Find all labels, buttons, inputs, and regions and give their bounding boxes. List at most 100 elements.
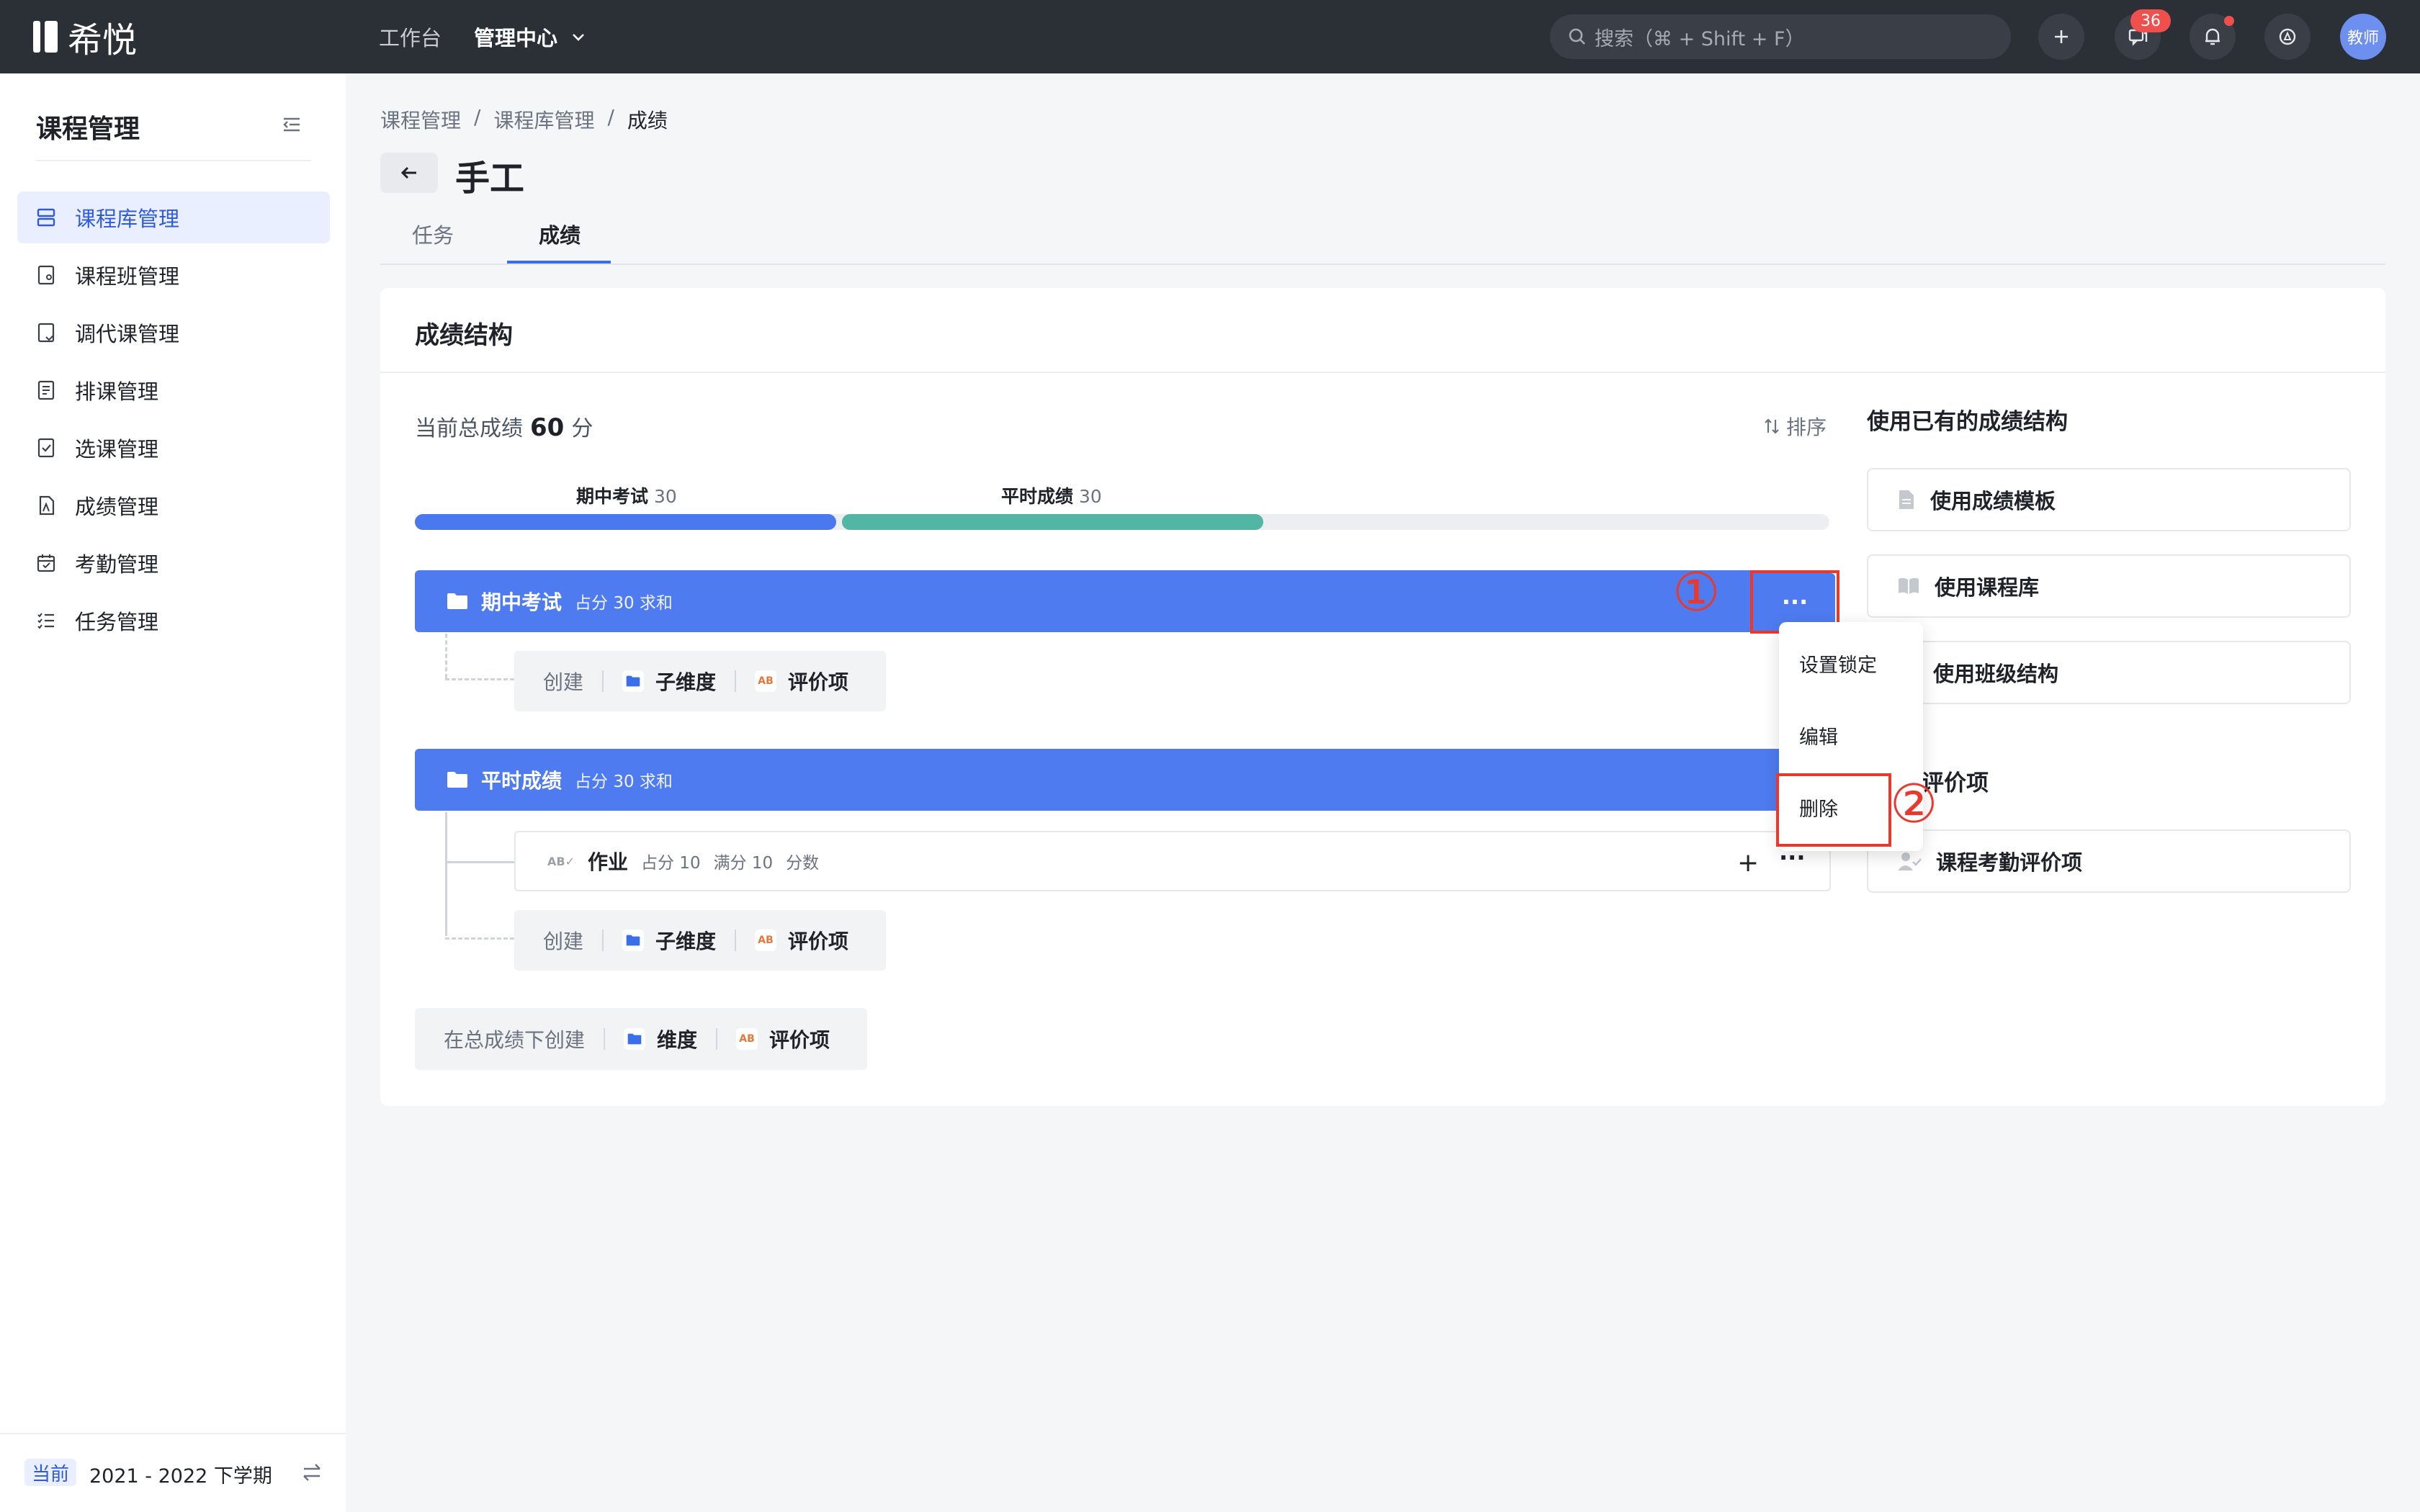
separator xyxy=(735,670,737,692)
create-under-regular: 创建 子维度 AB 评价项 xyxy=(514,910,886,971)
progress-segment-midterm xyxy=(415,514,836,530)
sidebar-item-scheduling[interactable]: 排课管理 xyxy=(17,364,330,416)
open-book-icon xyxy=(1899,577,1919,594)
compass-icon xyxy=(2279,28,2296,45)
sidebar-item-label: 任务管理 xyxy=(75,610,159,634)
use-template-button[interactable]: 使用成绩模板 xyxy=(1867,468,2351,531)
app-logo[interactable]: 希悦 xyxy=(33,16,137,60)
dimension-row-midterm[interactable]: 期中考试 占分 30 求和 xyxy=(415,570,1831,632)
folder-icon xyxy=(447,593,467,609)
menu-item-edit[interactable]: 编辑 xyxy=(1799,721,1838,750)
eval-item-icon: AB✓ xyxy=(547,854,575,868)
sidebar-item-substitute[interactable]: 调代课管理 xyxy=(17,307,330,359)
user-avatar[interactable]: 教师 xyxy=(2340,14,2386,60)
document-icon xyxy=(1899,490,1914,509)
eval-item-row[interactable]: AB✓ 作业 占分 10 满分 10 分数 xyxy=(514,831,1831,891)
eval-item-label: 评价项 xyxy=(788,930,849,953)
sort-label: 排序 xyxy=(1786,415,1827,439)
breadcrumb-item[interactable]: 课程库管理 xyxy=(493,105,594,134)
sidebar-item-attendance[interactable]: 考勤管理 xyxy=(17,537,330,589)
logo-text: 希悦 xyxy=(68,20,138,60)
folder-icon xyxy=(622,670,645,692)
menu-item-lock[interactable]: 设置锁定 xyxy=(1799,649,1877,678)
create-label: 创建 xyxy=(543,670,584,694)
tree-connector xyxy=(445,634,447,678)
folder-icon xyxy=(622,930,645,951)
create-sub-dimension-button[interactable]: 子维度 xyxy=(622,926,716,955)
folder-icon xyxy=(624,1028,646,1050)
class-book-icon xyxy=(37,265,55,285)
create-sub-dimension-button[interactable]: 子维度 xyxy=(622,667,716,696)
add-button[interactable] xyxy=(2038,14,2084,60)
dimension-meta: 占分 30 求和 xyxy=(575,773,673,791)
collapse-sidebar-icon[interactable] xyxy=(279,112,304,137)
nav-management-label: 管理中心 xyxy=(474,26,558,50)
checklist-icon xyxy=(37,438,55,458)
sidebar-item-label: 排课管理 xyxy=(75,379,159,404)
grade-doc-icon xyxy=(39,495,55,516)
sidebar-footer-divider xyxy=(0,1433,346,1434)
create-dimension-button[interactable]: 维度 xyxy=(624,1025,697,1053)
sub-dimension-label: 子维度 xyxy=(655,670,717,694)
eval-item-icon: AB xyxy=(755,930,777,951)
sidebar-item-label: 成绩管理 xyxy=(75,495,159,519)
sidebar-item-course-selection[interactable]: 选课管理 xyxy=(17,422,330,474)
message-count-badge: 36 xyxy=(2130,9,2171,32)
search-input[interactable]: 搜索（⌘ + Shift + F） xyxy=(1550,14,2011,59)
search-placeholder: 搜索（⌘ + Shift + F） xyxy=(1595,27,1805,50)
total-score: 当前总成绩 60 分 xyxy=(415,410,593,442)
switch-term-icon[interactable] xyxy=(300,1460,324,1485)
attendance-eval-item-button[interactable]: 课程考勤评价项 xyxy=(1867,829,2351,893)
create-eval-item-button[interactable]: AB 评价项 xyxy=(755,926,848,955)
sidebar-item-course-library[interactable]: 课程库管理 xyxy=(17,192,330,243)
sort-button[interactable]: 排序 xyxy=(1763,412,1827,441)
notification-dot xyxy=(2224,16,2234,26)
sub-dimension-label: 子维度 xyxy=(655,930,717,953)
dimension-row-regular[interactable]: 平时成绩 占分 30 求和 xyxy=(415,749,1831,811)
app-switch-button[interactable] xyxy=(2264,14,2311,60)
eval-item-icon: AB xyxy=(755,670,777,692)
plus-icon xyxy=(2055,30,2068,43)
sidebar-item-grades[interactable]: 成绩管理 xyxy=(17,480,330,531)
sidebar-item-tasks[interactable]: 任务管理 xyxy=(17,595,330,647)
breadcrumb-current: 成绩 xyxy=(627,109,668,132)
progress-label-regular: 平时成绩 30 xyxy=(1001,486,1102,507)
back-button[interactable] xyxy=(380,153,438,193)
nav-management-center[interactable]: 管理中心 xyxy=(474,22,586,52)
breadcrumb-item[interactable]: 课程管理 xyxy=(380,105,461,134)
progress-label-midterm: 期中考试 30 xyxy=(576,486,677,507)
sidebar-item-course-class[interactable]: 课程班管理 xyxy=(17,249,330,301)
schedule-icon xyxy=(37,380,55,400)
dimension-name: 期中考试 xyxy=(481,590,563,614)
tab-tasks[interactable]: 任务 xyxy=(412,219,454,249)
tree-connector xyxy=(445,861,514,863)
breadcrumb: 课程管理 / 课程库管理 / 成绩 xyxy=(380,105,668,134)
sidebar-item-label: 调代课管理 xyxy=(75,322,180,346)
create-root-eval-item-button[interactable]: AB 评价项 xyxy=(736,1025,830,1053)
sidebar-item-label: 选课管理 xyxy=(75,437,159,462)
separator xyxy=(716,1028,718,1050)
active-tab-indicator xyxy=(507,261,611,264)
separator xyxy=(602,930,604,951)
use-course-library-button[interactable]: 使用课程库 xyxy=(1867,554,2351,618)
sidebar-title: 课程管理 xyxy=(36,114,140,144)
current-term-tag: 当前 xyxy=(24,1459,77,1486)
search-icon xyxy=(1569,28,1585,45)
annotation-delete-highlight xyxy=(1776,773,1891,847)
eval-item-name: 作业 xyxy=(587,850,628,874)
eval-item-share: 占分 10 xyxy=(641,854,701,873)
nav-workbench[interactable]: 工作台 xyxy=(379,22,442,52)
create-eval-item-button[interactable]: AB 评价项 xyxy=(755,667,848,696)
sidebar-item-label: 课程库管理 xyxy=(75,207,180,231)
sidebar-divider xyxy=(36,160,311,161)
bell-icon xyxy=(2205,28,2220,45)
add-icon[interactable]: + xyxy=(1737,848,1759,878)
tab-grades[interactable]: 成绩 xyxy=(539,219,581,249)
use-class-structure-button[interactable]: 使用班级结构 xyxy=(1867,641,2351,704)
total-value: 60 xyxy=(530,413,565,442)
button-label: 使用成绩模板 xyxy=(1930,489,2056,513)
button-label: 课程考勤评价项 xyxy=(1936,850,2083,875)
dimension-label: 维度 xyxy=(657,1028,698,1052)
button-label: 使用课程库 xyxy=(1935,575,2040,600)
sidebar-item-label: 课程班管理 xyxy=(75,264,180,289)
